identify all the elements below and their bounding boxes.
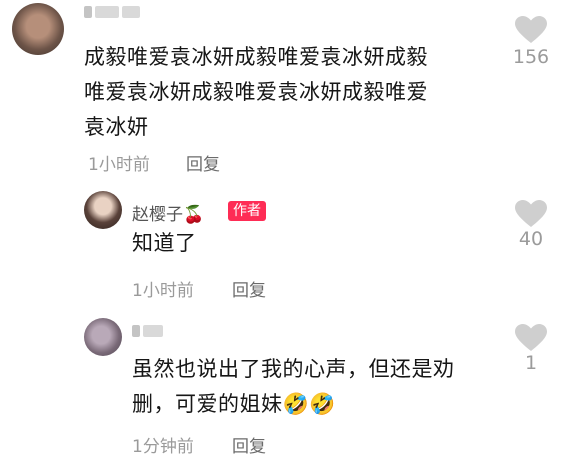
like-count: 1	[524, 352, 538, 374]
comment-line: 袁冰妍	[84, 115, 149, 139]
reply-text: 知道了	[132, 226, 197, 261]
reply-button[interactable]: 回复	[232, 432, 266, 457]
reply-button[interactable]: 回复	[186, 150, 220, 175]
reply-button[interactable]: 回复	[232, 276, 266, 301]
like-count: 156	[512, 46, 550, 68]
reply-username[interactable]: 赵樱子🍒	[132, 200, 204, 225]
heart-icon	[515, 324, 547, 351]
commenter-avatar[interactable]	[12, 3, 64, 55]
reply-username[interactable]	[132, 324, 163, 338]
author-badge: 作者	[228, 201, 266, 221]
like-button[interactable]: 156	[506, 12, 556, 72]
reply-avatar[interactable]	[84, 191, 122, 229]
reply-timestamp: 1分钟前	[132, 437, 194, 457]
reply-timestamp: 1小时前	[132, 281, 194, 301]
comment-timestamp: 1小时前	[88, 155, 150, 175]
comment-line: 唯爱袁冰妍成毅唯爱袁冰妍成毅唯爱	[84, 80, 428, 104]
comment-text: 成毅唯爱袁冰妍成毅唯爱袁冰妍成毅 唯爱袁冰妍成毅唯爱袁冰妍成毅唯爱 袁冰妍	[84, 40, 504, 145]
comment-line: 成毅唯爱袁冰妍成毅唯爱袁冰妍成毅	[84, 45, 428, 69]
like-count: 40	[518, 228, 544, 250]
reply-text: 虽然也说出了我的心声，但还是劝 删，可爱的姐妹🤣🤣	[132, 352, 512, 422]
reply-line: 知道了	[132, 231, 197, 255]
heart-icon	[515, 200, 547, 227]
reply-avatar[interactable]	[84, 318, 122, 356]
commenter-username[interactable]	[84, 5, 140, 19]
like-button[interactable]: 40	[506, 196, 556, 256]
heart-icon	[515, 16, 547, 43]
like-button[interactable]: 1	[506, 320, 556, 380]
reply-line: 虽然也说出了我的心声，但还是劝	[132, 357, 455, 381]
reply-line: 删，可爱的姐妹🤣🤣	[132, 392, 336, 416]
